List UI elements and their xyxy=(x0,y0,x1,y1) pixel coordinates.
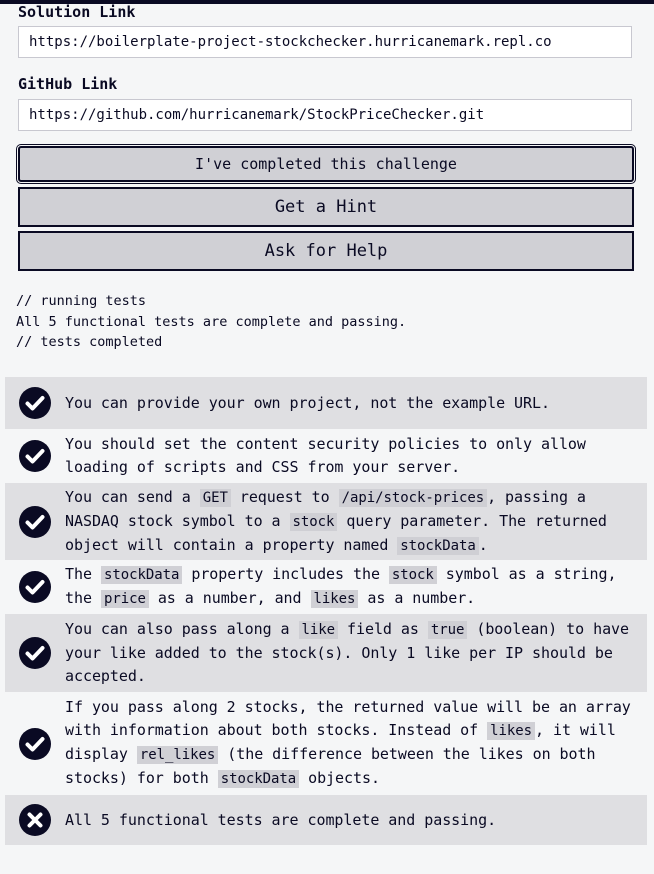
x-circle-icon xyxy=(5,804,65,836)
inline-code: /api/stock-prices xyxy=(338,488,488,507)
inline-code: stockData xyxy=(100,566,183,584)
test-description: You can provide your own project, not th… xyxy=(65,393,550,412)
test-description: The stockData property includes the stoc… xyxy=(65,565,617,608)
test-item: All 5 functional tests are complete and … xyxy=(5,795,647,845)
inline-code: likes xyxy=(310,590,359,608)
test-item: The stockData property includes the stoc… xyxy=(5,560,647,614)
inline-code: stock xyxy=(388,566,437,584)
check-circle-icon xyxy=(5,727,65,760)
console-line: All 5 functional tests are complete and … xyxy=(16,313,407,330)
inline-code: rel_likes xyxy=(136,746,219,764)
check-circle-icon xyxy=(5,571,65,603)
test-item: You should set the content security poli… xyxy=(5,429,647,483)
inline-code: likes xyxy=(487,722,536,740)
test-description: You should set the content security poli… xyxy=(65,435,586,476)
solution-link-input[interactable]: https://boilerplate-project-stockchecker… xyxy=(18,26,632,58)
check-circle-icon xyxy=(5,387,65,419)
check-circle-icon xyxy=(5,637,65,669)
inline-code: like xyxy=(298,621,339,639)
check-circle-icon xyxy=(5,505,65,538)
test-item: If you pass along 2 stocks, the returned… xyxy=(5,692,647,795)
github-link-input[interactable]: https://github.com/hurricanemark/StockPr… xyxy=(18,99,632,131)
inline-code: stockData xyxy=(217,770,300,788)
ask-for-help-button[interactable]: Ask for Help xyxy=(18,231,634,271)
inline-code: price xyxy=(100,590,149,608)
github-link-label: GitHub Link xyxy=(18,75,118,93)
get-hint-button[interactable]: Get a Hint xyxy=(18,187,634,227)
test-description: All 5 functional tests are complete and … xyxy=(65,810,497,829)
inline-code: stock xyxy=(289,512,338,531)
test-item: You can send a GET request to /api/stock… xyxy=(5,483,647,560)
inline-code: true xyxy=(427,621,468,639)
inline-code: stockData xyxy=(397,536,479,555)
solution-link-label: Solution Link xyxy=(18,3,136,21)
test-item: You can also pass along a like field as … xyxy=(5,614,647,692)
console-line: // tests completed xyxy=(16,334,163,350)
test-description: You can send a GET request to /api/stock… xyxy=(65,487,607,555)
test-item: You can provide your own project, not th… xyxy=(5,377,647,429)
test-output-console: // running tests All 5 functional tests a… xyxy=(16,291,406,353)
check-circle-icon xyxy=(5,440,65,472)
console-line: // running tests xyxy=(16,293,147,309)
test-description: If you pass along 2 stocks, the returned… xyxy=(65,698,631,788)
inline-code: GET xyxy=(199,488,231,507)
test-description: You can also pass along a like field as … xyxy=(65,620,630,685)
complete-challenge-button[interactable]: I've completed this challenge xyxy=(18,146,634,182)
